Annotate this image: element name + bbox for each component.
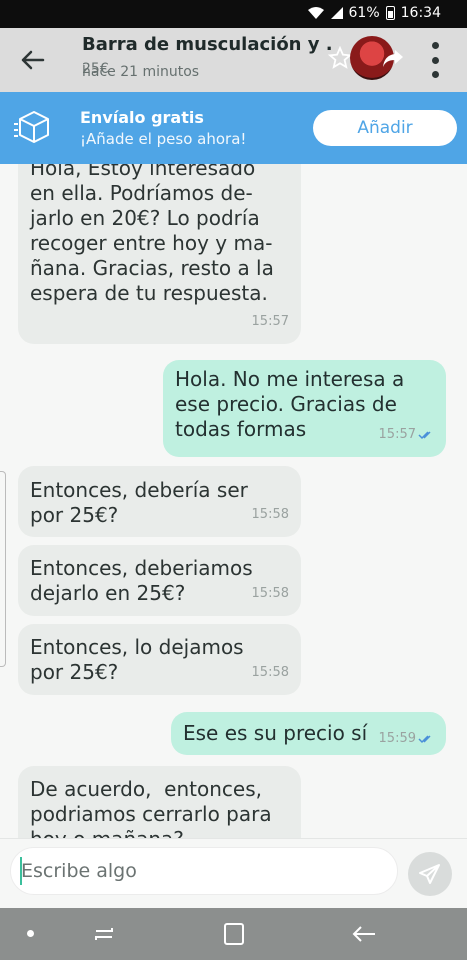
scrollbar[interactable] xyxy=(0,471,6,667)
nav-back-icon[interactable] xyxy=(351,922,377,946)
message-time-value: 15:59 xyxy=(378,731,416,746)
message-bubble: Entonces, deberiamos dejarlo en 25€? 15:… xyxy=(18,545,301,616)
message-text: Hola, Estoy interesado en ella. Podríamo… xyxy=(30,164,274,305)
back-arrow-icon[interactable] xyxy=(16,44,48,76)
message-bubble: Hola, Estoy interesado en ella. Podríamo… xyxy=(18,164,301,344)
read-ticks-icon xyxy=(418,430,431,439)
battery-icon xyxy=(385,6,395,20)
nav-recent-icon[interactable] xyxy=(92,922,116,946)
banner-title: Envíalo gratis xyxy=(80,108,204,127)
nav-home-icon[interactable] xyxy=(224,923,244,945)
message-time: 15:58 xyxy=(251,507,289,522)
send-button[interactable] xyxy=(408,852,452,896)
message-bubble: De acuerdo, entonces, podriamos cerrarlo… xyxy=(18,766,301,838)
status-bar: 61% 16:34 xyxy=(0,0,467,28)
share-icon[interactable] xyxy=(381,46,405,70)
banner-subtitle: ¡Añade el peso ahora! xyxy=(80,130,247,148)
read-ticks-icon xyxy=(418,734,431,743)
last-seen: hace 21 minutos xyxy=(82,64,200,80)
message-input[interactable] xyxy=(10,847,398,895)
message-text: Entonces, deberiamos dejarlo en 25€? xyxy=(30,556,253,605)
message-text: Entonces, lo dejamos por 25€? xyxy=(30,635,244,684)
signal-icon xyxy=(330,7,343,19)
message-text: Ese es su precio sí xyxy=(183,721,368,745)
message-time: 15:59 xyxy=(379,726,434,751)
text-caret xyxy=(20,857,22,885)
message-bubble: Hola. No me interesa a ese precio. Graci… xyxy=(163,360,446,457)
box-icon xyxy=(14,111,49,143)
message-bubble: Ese es su precio sí 15:59 xyxy=(171,712,446,755)
system-nav-bar xyxy=(0,908,467,960)
message-text: De acuerdo, entonces, podriamos cerrarlo… xyxy=(30,777,272,838)
message-text: Entonces, debería ser por 25€? xyxy=(30,478,248,527)
star-icon[interactable] xyxy=(328,46,352,70)
wifi-icon xyxy=(307,7,324,19)
message-list[interactable]: Hola, Estoy interesado en ella. Podríamo… xyxy=(0,164,467,838)
message-bubble: Entonces, debería ser por 25€? 15:58 xyxy=(18,466,301,537)
message-bubble: Entonces, lo dejamos por 25€? 15:58 xyxy=(18,624,301,695)
shipping-banner: Envíalo gratis ¡Añade el peso ahora! Aña… xyxy=(0,92,467,164)
clock: 16:34 xyxy=(400,5,441,21)
message-time: 15:58 xyxy=(251,586,289,601)
composer xyxy=(0,838,467,908)
send-icon xyxy=(419,864,440,884)
message-time-value: 15:57 xyxy=(378,427,416,442)
battery-percent: 61% xyxy=(348,5,380,21)
listing-title[interactable]: Barra de musculación y ... xyxy=(82,34,332,55)
chat-header: Barra de musculación y ... 25€ hace 21 m… xyxy=(0,28,467,92)
nav-dot-icon[interactable] xyxy=(27,930,34,937)
add-weight-button[interactable]: Añadir xyxy=(313,110,457,146)
message-time: 15:58 xyxy=(251,665,289,680)
message-time: 15:57 xyxy=(379,422,434,447)
message-time: 15:57 xyxy=(251,314,289,329)
more-icon[interactable] xyxy=(428,40,442,80)
